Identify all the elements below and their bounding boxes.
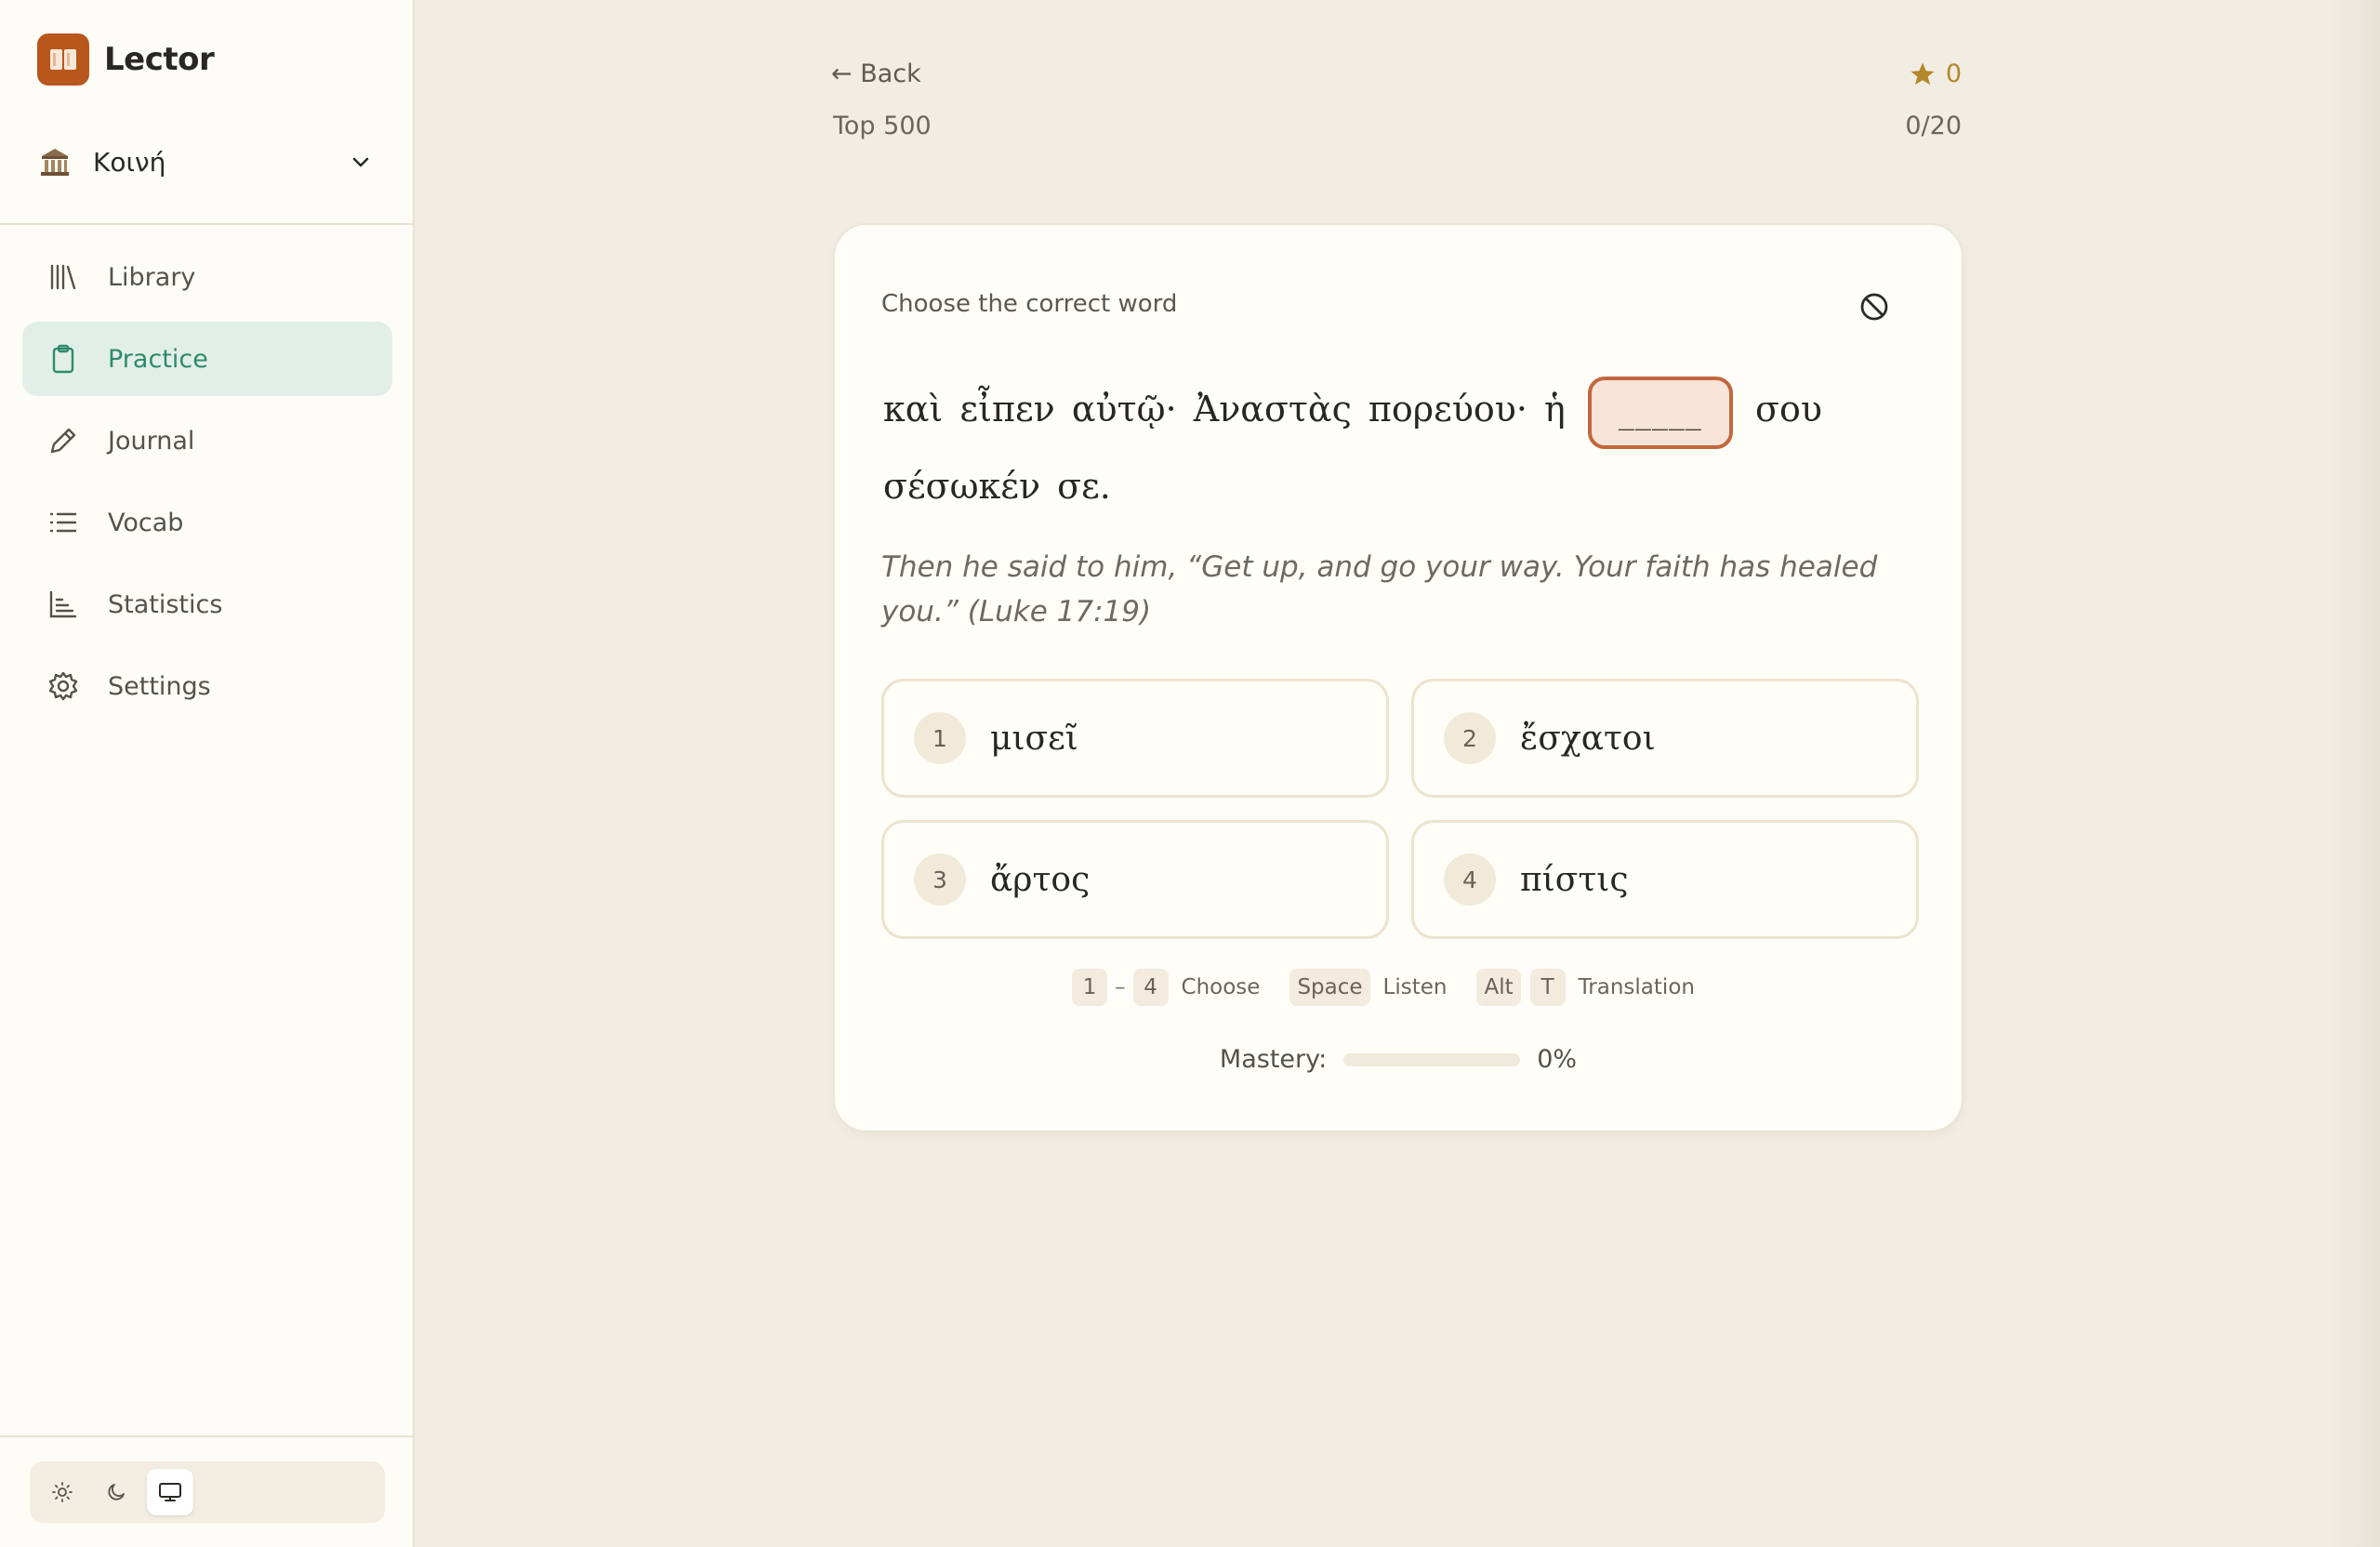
mastery-indicator: Mastery: 0% bbox=[835, 1045, 1962, 1074]
option-3[interactable]: 3 ἄρτος bbox=[881, 820, 1389, 939]
kbd-t: T bbox=[1529, 969, 1566, 1006]
sun-icon[interactable] bbox=[39, 1469, 86, 1515]
sidebar: Lector Κοινή Library Practice Journal Vo… bbox=[0, 0, 415, 1547]
sidebar-item-settings[interactable]: Settings bbox=[22, 649, 392, 723]
star-icon bbox=[1909, 60, 1937, 88]
right-edge-shadow bbox=[2324, 0, 2380, 1547]
app-name: Lector bbox=[104, 41, 215, 78]
kbd-range-start: 1 bbox=[1072, 969, 1108, 1006]
list-icon bbox=[45, 504, 82, 541]
sidebar-item-practice[interactable]: Practice bbox=[22, 322, 392, 396]
sidebar-item-statistics[interactable]: Statistics bbox=[22, 567, 392, 641]
kbd-space: Space bbox=[1289, 969, 1370, 1006]
disable-audio-icon[interactable] bbox=[1856, 288, 1893, 325]
deck-name: Top 500 bbox=[833, 112, 932, 140]
sidebar-nav: Library Practice Journal Vocab Statistic… bbox=[22, 240, 392, 731]
option-number: 4 bbox=[1444, 853, 1496, 906]
sentence-before: καὶ εἶπεν αὐτῷ· Ἀναστὰς πορεύου· ἡ bbox=[883, 389, 1566, 430]
exercise-prompt: Choose the correct word bbox=[881, 290, 1178, 318]
shortcut-label-translation: Translation bbox=[1578, 975, 1695, 999]
translation-text: Then he said to him, “Get up, and go you… bbox=[881, 550, 1878, 628]
option-word: ἄρτος bbox=[990, 860, 1091, 899]
sidebar-item-label: Settings bbox=[108, 671, 211, 701]
keyboard-shortcuts: 1 – 4 Choose Space Listen Alt T Translat… bbox=[835, 969, 1962, 1006]
option-number: 1 bbox=[914, 712, 966, 764]
shortcut-label-choose: Choose bbox=[1181, 975, 1261, 999]
option-2[interactable]: 2 ἔσχατοι bbox=[1411, 679, 1919, 798]
greek-sentence: καὶ εἶπεν αὐτῷ· Ἀναστὰς πορεύου· ἡ _____… bbox=[883, 372, 1924, 523]
mastery-progress-bar bbox=[1343, 1052, 1521, 1066]
mastery-label: Mastery: bbox=[1219, 1045, 1328, 1074]
option-4[interactable]: 4 πίστις bbox=[1411, 820, 1919, 939]
back-button[interactable]: ← Back bbox=[831, 60, 921, 88]
progress-count: 0/20 bbox=[1905, 112, 1962, 140]
sidebar-item-journal[interactable]: Journal bbox=[22, 403, 392, 478]
shortcut-label-listen: Listen bbox=[1382, 975, 1448, 999]
sidebar-bottom-divider bbox=[0, 1435, 413, 1437]
sidebar-divider bbox=[0, 223, 413, 225]
book-icon bbox=[37, 33, 89, 86]
language-label: Κοινή bbox=[93, 146, 166, 178]
mastery-value: 0% bbox=[1537, 1045, 1578, 1074]
language-selector[interactable]: Κοινή bbox=[37, 136, 377, 188]
kbd-range-separator: – bbox=[1115, 975, 1126, 999]
sidebar-item-library[interactable]: Library bbox=[22, 240, 392, 314]
sidebar-item-label: Vocab bbox=[108, 508, 184, 537]
blank-slot: _____ bbox=[1587, 376, 1733, 449]
sidebar-item-vocab[interactable]: Vocab bbox=[22, 485, 392, 560]
option-number: 2 bbox=[1444, 712, 1496, 764]
option-word: πίστις bbox=[1520, 860, 1629, 899]
score: 0 bbox=[1909, 60, 1962, 88]
sidebar-item-label: Journal bbox=[108, 426, 195, 456]
option-word: μισεῖ bbox=[990, 719, 1078, 758]
chevron-down-icon bbox=[344, 145, 377, 178]
theme-switcher bbox=[30, 1461, 385, 1523]
library-icon bbox=[45, 258, 82, 296]
pencil-icon bbox=[45, 422, 82, 459]
sidebar-item-label: Statistics bbox=[108, 589, 223, 619]
option-1[interactable]: 1 μισεῖ bbox=[881, 679, 1389, 798]
sidebar-item-label: Library bbox=[108, 262, 196, 292]
kbd-range-end: 4 bbox=[1132, 969, 1169, 1006]
sidebar-item-label: Practice bbox=[108, 344, 208, 374]
brand[interactable]: Lector bbox=[37, 33, 215, 86]
score-value: 0 bbox=[1945, 60, 1962, 88]
columns-building-icon bbox=[37, 144, 73, 179]
kbd-alt: Alt bbox=[1476, 969, 1521, 1006]
clipboard-icon bbox=[45, 340, 82, 377]
moon-icon[interactable] bbox=[93, 1469, 139, 1515]
option-number: 3 bbox=[914, 853, 966, 906]
bar-chart-icon bbox=[45, 586, 82, 623]
option-word: ἔσχατοι bbox=[1520, 719, 1656, 758]
monitor-icon[interactable] bbox=[147, 1469, 193, 1515]
gear-icon bbox=[45, 668, 82, 705]
exercise-card: Choose the correct word καὶ εἶπεν αὐτῷ· … bbox=[833, 223, 1964, 1132]
